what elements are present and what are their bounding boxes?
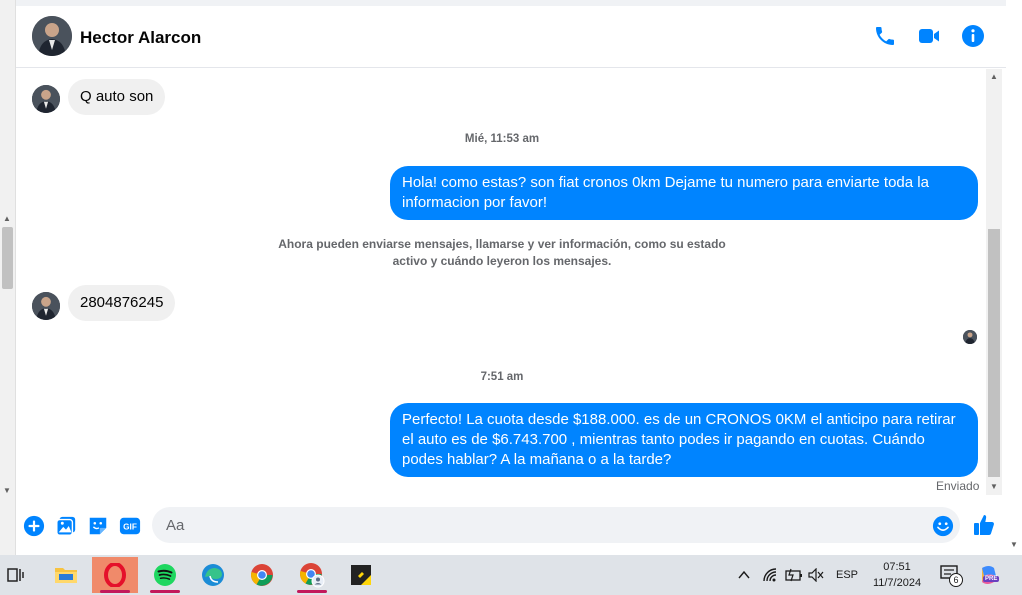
system-notice: Ahora pueden enviarse mensajes, llamarse…: [252, 236, 752, 270]
edge-button[interactable]: [190, 557, 236, 593]
outer-scrollbar-left[interactable]: ▲ ▼: [0, 0, 16, 555]
contact-avatar-small[interactable]: [32, 85, 60, 113]
file-explorer-button[interactable]: [43, 557, 89, 593]
task-view-icon: [7, 568, 24, 582]
copilot-button[interactable]: PRE: [978, 564, 1000, 586]
active-indicator: [150, 590, 180, 593]
info-icon[interactable]: [961, 24, 985, 48]
outgoing-message[interactable]: Hola! como estas? son fiat cronos 0km De…: [390, 166, 978, 220]
scroll-up-arrow-icon[interactable]: ▲: [990, 72, 998, 81]
thread-scrollbar[interactable]: ▲ ▼: [986, 69, 1002, 495]
scroll-up-arrow-icon[interactable]: ▲: [3, 214, 11, 223]
system-notice-line: activo y cuándo leyeron los mensajes.: [392, 254, 612, 268]
edge-icon: [202, 564, 224, 586]
chrome-profile-icon: [300, 563, 325, 588]
active-indicator: [100, 590, 130, 593]
gif-icon[interactable]: GIF: [119, 515, 141, 537]
windows-taskbar: ESP 07:51 11/7/2024 6 PRE: [0, 555, 1022, 595]
sticker-icon[interactable]: [87, 515, 109, 537]
conversation-header: Hector Alarcon: [16, 6, 1006, 68]
sticky-notes-button[interactable]: [338, 557, 384, 593]
chevron-up-icon[interactable]: [737, 569, 751, 581]
sent-status: Enviado: [936, 479, 980, 493]
contact-name[interactable]: Hector Alarcon: [80, 28, 201, 48]
clock-date: 11/7/2024: [872, 577, 922, 589]
sticky-notes-icon: [351, 565, 371, 585]
chrome-icon: [251, 564, 273, 586]
video-call-icon[interactable]: [917, 24, 941, 48]
contact-avatar[interactable]: [32, 16, 72, 56]
messenger-window: ▲ ▼ ▼ Hector Alarcon Q auto son Mié, 11:…: [0, 0, 1022, 595]
message-timestamp: 7:51 am: [480, 371, 524, 383]
opera-button[interactable]: [92, 557, 138, 593]
task-view-button[interactable]: [0, 557, 38, 593]
system-notice-line: Ahora pueden enviarse mensajes, llamarse…: [278, 237, 726, 251]
active-indicator: [297, 590, 327, 593]
message-input[interactable]: [152, 507, 960, 543]
wifi-icon[interactable]: [762, 567, 778, 583]
language-indicator[interactable]: ESP: [836, 555, 858, 595]
contact-avatar-small[interactable]: [32, 292, 60, 320]
battery-icon[interactable]: [785, 568, 803, 582]
phone-call-icon[interactable]: [873, 24, 897, 48]
incoming-message[interactable]: Q auto son: [68, 79, 166, 115]
scroll-down-arrow-icon[interactable]: ▼: [3, 486, 11, 495]
scroll-down-arrow-icon[interactable]: ▼: [1010, 540, 1018, 549]
emoji-icon[interactable]: [932, 515, 954, 537]
photo-gallery-icon[interactable]: [55, 515, 77, 537]
notification-count-badge: 6: [949, 573, 963, 587]
thread-scroll-thumb[interactable]: [988, 229, 1000, 477]
spotify-button[interactable]: [142, 557, 188, 593]
system-clock[interactable]: 07:51 11/7/2024: [866, 559, 928, 591]
seen-avatar: [963, 330, 977, 344]
thumbs-up-icon[interactable]: [972, 513, 996, 537]
notifications-button[interactable]: 6: [940, 565, 964, 587]
message-timestamp: Mié, 11:53 am: [464, 133, 540, 145]
message-thread[interactable]: Q auto son Mié, 11:53 am Hola! como esta…: [16, 69, 986, 495]
copilot-icon: [982, 566, 996, 584]
outer-scroll-thumb[interactable]: [2, 227, 13, 289]
file-explorer-icon: [55, 568, 77, 583]
preview-badge: PRE: [983, 576, 1000, 582]
chrome-profile-button[interactable]: [289, 557, 335, 593]
outer-scrollbar-right[interactable]: ▼: [1006, 0, 1022, 555]
gif-label: GIF: [123, 523, 137, 532]
opera-icon: [104, 563, 126, 587]
plus-circle-icon[interactable]: [23, 515, 45, 537]
message-composer: GIF: [16, 495, 1006, 555]
spotify-icon: [154, 564, 176, 586]
clock-time: 07:51: [883, 561, 911, 573]
volume-muted-icon[interactable]: [808, 568, 824, 582]
scroll-down-arrow-icon[interactable]: ▼: [990, 482, 998, 491]
incoming-message[interactable]: 2804876245: [68, 285, 176, 321]
chrome-button[interactable]: [239, 557, 285, 593]
outgoing-message[interactable]: Perfecto! La cuota desde $188.000. es de…: [390, 403, 978, 477]
